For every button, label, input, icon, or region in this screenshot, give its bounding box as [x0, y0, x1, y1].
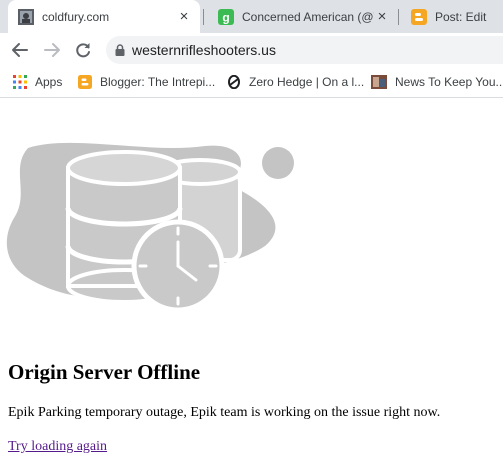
forward-arrow-icon[interactable] — [42, 40, 62, 60]
site-photo-favicon — [18, 8, 34, 25]
error-heading: Origin Server Offline — [8, 360, 201, 384]
tab-title: coldfury.com — [42, 9, 110, 24]
clock-icon — [131, 219, 225, 313]
lock-icon[interactable] — [115, 44, 125, 56]
tab-concerned-american[interactable]: g Concerned American (@W × — [212, 0, 398, 33]
reload-icon[interactable] — [73, 40, 93, 60]
blogger-favicon — [78, 75, 92, 89]
tab-post-edit[interactable]: Post: Edit — [405, 0, 503, 33]
bookmark-label: Blogger: The Intrepi... — [100, 75, 216, 89]
green-g-favicon: g — [218, 8, 234, 25]
address-bar[interactable]: westernrifleshooters.us — [106, 36, 503, 64]
blogger-favicon — [411, 8, 427, 25]
tab-close-icon[interactable]: × — [374, 8, 390, 25]
page-content: Origin Server Offline Epik Parking tempo… — [0, 98, 503, 473]
tab-title: Post: Edit — [435, 9, 487, 24]
tab-separator — [398, 9, 399, 25]
server-clock-illustration — [6, 142, 294, 313]
bookmark-apps[interactable]: Apps — [13, 72, 62, 92]
tab-separator — [203, 9, 204, 25]
tab-coldfury[interactable]: coldfury.com × — [8, 0, 200, 33]
bookmark-zerohedge[interactable]: Zero Hedge | On a l... — [227, 72, 364, 92]
zerohedge-favicon — [228, 75, 240, 89]
retry-link[interactable]: Try loading again — [8, 439, 107, 455]
bookmark-label: News To Keep You... — [395, 75, 503, 89]
bookmark-news[interactable]: News To Keep You... — [371, 72, 503, 92]
bookmark-label: Zero Hedge | On a l... — [249, 75, 365, 89]
background-dot — [262, 147, 294, 179]
bookmark-blogger[interactable]: Blogger: The Intrepi... — [78, 72, 215, 92]
tab-title: Concerned American (@W — [242, 9, 374, 24]
url-text[interactable]: westernrifleshooters.us — [132, 42, 276, 58]
browser-toolbar: westernrifleshooters.us — [0, 33, 503, 67]
apps-grid-icon — [13, 75, 27, 89]
error-message: Epik Parking temporary outage, Epik team… — [8, 405, 441, 420]
svg-text:g: g — [222, 10, 229, 24]
bookmarks-bar: Apps Blogger: The Intrepi... Zero Hedge … — [0, 67, 503, 98]
tab-strip: coldfury.com × g Concerned American (@W … — [0, 0, 503, 33]
bookmark-label: Apps — [35, 75, 63, 89]
tab-close-icon[interactable]: × — [176, 8, 192, 25]
photo-favicon — [371, 75, 387, 89]
back-arrow-icon[interactable] — [10, 40, 30, 60]
